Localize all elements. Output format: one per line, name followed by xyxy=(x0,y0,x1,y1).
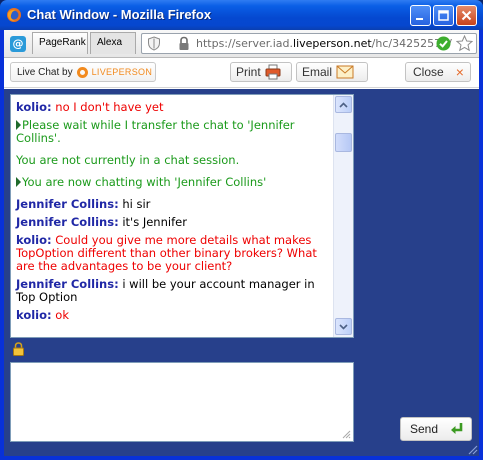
close-label: Close xyxy=(413,65,444,79)
print-label: Print xyxy=(236,65,261,79)
envelope-icon xyxy=(336,65,354,79)
scroll-down-button[interactable] xyxy=(335,318,352,335)
message-author: Jennifer Collins: xyxy=(16,197,119,211)
chat-message: You are not currently in a chat session. xyxy=(16,154,329,167)
page-content: Live Chat by LIVEPERSON Print Email Clos… xyxy=(4,58,479,456)
transcript-messages: kolio: no I don't have yet Please wait wh… xyxy=(11,95,333,337)
shield-icon[interactable] xyxy=(147,36,161,51)
close-icon: × xyxy=(455,64,464,80)
message-input-box[interactable] xyxy=(10,362,354,442)
chat-message: Please wait while I transfer the chat to… xyxy=(16,119,329,145)
minimize-icon xyxy=(416,18,423,20)
chat-message: Jennifer Collins: i will be your account… xyxy=(16,278,329,304)
liveperson-logo-icon xyxy=(76,66,88,78)
system-message-text: You are not currently in a chat session. xyxy=(16,153,240,167)
email-label: Email xyxy=(302,65,333,79)
resize-grip-icon[interactable] xyxy=(341,429,351,439)
message-text: ok xyxy=(55,308,69,322)
close-icon xyxy=(461,10,472,21)
scroll-up-button[interactable] xyxy=(335,96,352,113)
chat-message: You are now chatting with 'Jennifer Coll… xyxy=(16,176,329,189)
system-arrow-icon xyxy=(16,177,21,187)
send-label: Send xyxy=(410,422,439,436)
message-text: Could you give me more details what make… xyxy=(16,233,317,273)
firefox-icon xyxy=(7,8,21,22)
chat-panel: kolio: no I don't have yet Please wait wh… xyxy=(4,89,479,456)
printer-icon xyxy=(265,64,281,80)
email-button[interactable]: Email xyxy=(296,62,368,82)
system-arrow-icon xyxy=(16,120,21,130)
message-author: kolio: xyxy=(16,233,52,247)
message-text: it's Jennifer xyxy=(122,215,187,229)
addon-icon[interactable]: @ xyxy=(10,36,26,52)
message-author: Jennifer Collins: xyxy=(16,277,119,291)
print-button[interactable]: Print xyxy=(230,62,292,82)
tab-alexa[interactable]: Alexa xyxy=(90,32,136,54)
chat-message: kolio: Could you give me more details wh… xyxy=(16,234,329,273)
system-message-text: You are now chatting with 'Jennifer Coll… xyxy=(22,175,267,189)
message-text: hi sir xyxy=(122,197,151,211)
message-author: kolio: xyxy=(16,100,52,114)
message-author: Jennifer Collins: xyxy=(16,215,119,229)
transcript-scrollbar[interactable] xyxy=(333,95,353,337)
minimize-button[interactable] xyxy=(410,5,431,26)
window-resize-grip-icon[interactable] xyxy=(466,443,478,455)
chat-message: kolio: ok xyxy=(16,309,329,322)
close-chat-button[interactable]: Close × xyxy=(405,62,471,82)
enter-arrow-icon xyxy=(451,423,463,434)
navigation-toolbar: @ PageRank Alexa https://server.iad.live… xyxy=(4,30,479,58)
liveperson-badge[interactable]: Live Chat by LIVEPERSON xyxy=(10,62,156,82)
bookmark-star-icon[interactable] xyxy=(456,35,473,52)
message-author: kolio: xyxy=(16,308,52,322)
message-text: no I don't have yet xyxy=(55,100,164,114)
chat-header: Live Chat by LIVEPERSON Print Email Clos… xyxy=(4,58,479,88)
system-message-text: Please wait while I transfer the chat to… xyxy=(16,118,295,145)
livechat-label: Live Chat by xyxy=(17,66,73,78)
chat-message: Jennifer Collins: it's Jennifer xyxy=(16,216,329,229)
title-bar[interactable]: Chat Window - Mozilla Firefox xyxy=(0,0,483,30)
window-close-button[interactable] xyxy=(456,5,477,26)
url-field[interactable]: https://server.iad.liveperson.net/hc/342… xyxy=(141,33,477,54)
lock-icon xyxy=(179,36,189,50)
chat-transcript[interactable]: kolio: no I don't have yet Please wait wh… xyxy=(10,94,354,338)
chat-message: Jennifer Collins: hi sir xyxy=(16,198,329,211)
chevron-up-icon xyxy=(339,101,348,108)
chevron-down-icon xyxy=(339,323,348,330)
check-icon xyxy=(436,36,451,51)
message-input[interactable] xyxy=(11,363,353,441)
secure-padlock-icon xyxy=(13,342,24,356)
tab-pagerank[interactable]: PageRank xyxy=(32,32,88,54)
url-text: https://server.iad.liveperson.net/hc/342… xyxy=(196,37,452,50)
chat-message: kolio: no I don't have yet xyxy=(16,101,329,114)
window-title: Chat Window - Mozilla Firefox xyxy=(27,7,212,22)
maximize-button[interactable] xyxy=(433,5,454,26)
window-frame: @ PageRank Alexa https://server.iad.live… xyxy=(0,30,483,460)
send-button[interactable]: Send xyxy=(400,417,472,441)
maximize-icon xyxy=(438,10,449,21)
liveperson-brand: LIVEPERSON xyxy=(91,67,153,77)
scroll-thumb[interactable] xyxy=(335,133,352,152)
